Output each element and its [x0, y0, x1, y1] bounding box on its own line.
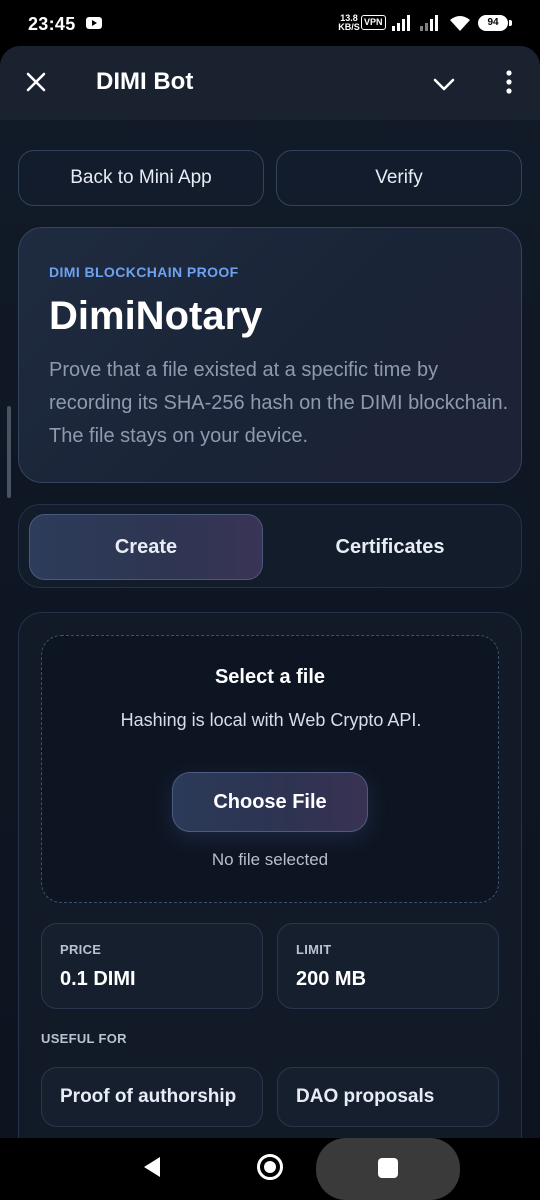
- back-to-mini-app-button[interactable]: Back to Mini App: [18, 150, 264, 206]
- youtube-notification-icon: [86, 17, 102, 29]
- nav-recents-icon: [378, 1158, 398, 1178]
- file-status: No file selected: [211, 850, 329, 869]
- verify-button[interactable]: Verify: [276, 150, 522, 206]
- hero-title: DimiNotary: [49, 294, 263, 338]
- price-label: PRICE: [60, 942, 102, 957]
- chevron-down-icon[interactable]: [430, 70, 458, 98]
- app-header: DIMI Bot: [0, 46, 540, 120]
- choose-file-button[interactable]: Choose File: [172, 772, 368, 832]
- bot-webview-sheet: DIMI Bot Back to Mini App Verify DIMI BL…: [0, 46, 540, 1138]
- limit-label: LIMIT: [296, 942, 332, 957]
- system-nav-bar: [0, 1138, 540, 1200]
- battery-icon: 94: [478, 15, 512, 31]
- status-time: 23:45: [28, 14, 76, 34]
- more-vertical-icon[interactable]: [498, 68, 520, 96]
- limit-stat: LIMIT 200 MB: [277, 923, 499, 1009]
- price-stat: PRICE 0.1 DIMI: [41, 923, 263, 1009]
- nav-home-icon[interactable]: [257, 1154, 283, 1180]
- nav-back-icon[interactable]: [142, 1156, 162, 1178]
- nav-recents-button[interactable]: [316, 1138, 460, 1200]
- price-value: 0.1 DIMI: [60, 968, 136, 990]
- hero-description: Prove that a file existed at a specific …: [49, 359, 509, 447]
- network-speed: 13.8 KB/S: [338, 14, 360, 32]
- useful-for-item: Proof of authorship: [41, 1067, 263, 1127]
- dropzone-description: Hashing is local with Web Crypto API.: [120, 710, 422, 730]
- hero-card: DIMI BLOCKCHAIN PROOF DimiNotary Prove t…: [18, 227, 522, 483]
- network-speed-unit: KB/S: [338, 22, 360, 32]
- wifi-icon: [450, 16, 470, 31]
- signal-icon: [392, 15, 414, 31]
- close-icon[interactable]: [22, 68, 50, 96]
- tab-create[interactable]: Create: [29, 514, 263, 580]
- tab-bar: Create Certificates: [18, 504, 522, 588]
- bot-title: DIMI Bot: [96, 68, 194, 95]
- tab-certificates[interactable]: Certificates: [273, 514, 507, 580]
- create-panel: Select a file Hashing is local with Web …: [18, 612, 522, 1138]
- dropzone-title: Select a file: [214, 666, 326, 688]
- signal-icon-2: [420, 15, 442, 31]
- file-dropzone[interactable]: Select a file Hashing is local with Web …: [41, 635, 499, 903]
- status-bar: 23:45 13.8 KB/S VPN 94: [0, 0, 540, 48]
- scroll-indicator[interactable]: [7, 406, 11, 498]
- vpn-badge: VPN: [361, 15, 386, 30]
- limit-value: 200 MB: [296, 968, 367, 990]
- useful-for-item: DAO proposals: [277, 1067, 499, 1127]
- hero-eyebrow: DIMI BLOCKCHAIN PROOF: [49, 264, 239, 280]
- useful-for-label: USEFUL FOR: [41, 1031, 127, 1046]
